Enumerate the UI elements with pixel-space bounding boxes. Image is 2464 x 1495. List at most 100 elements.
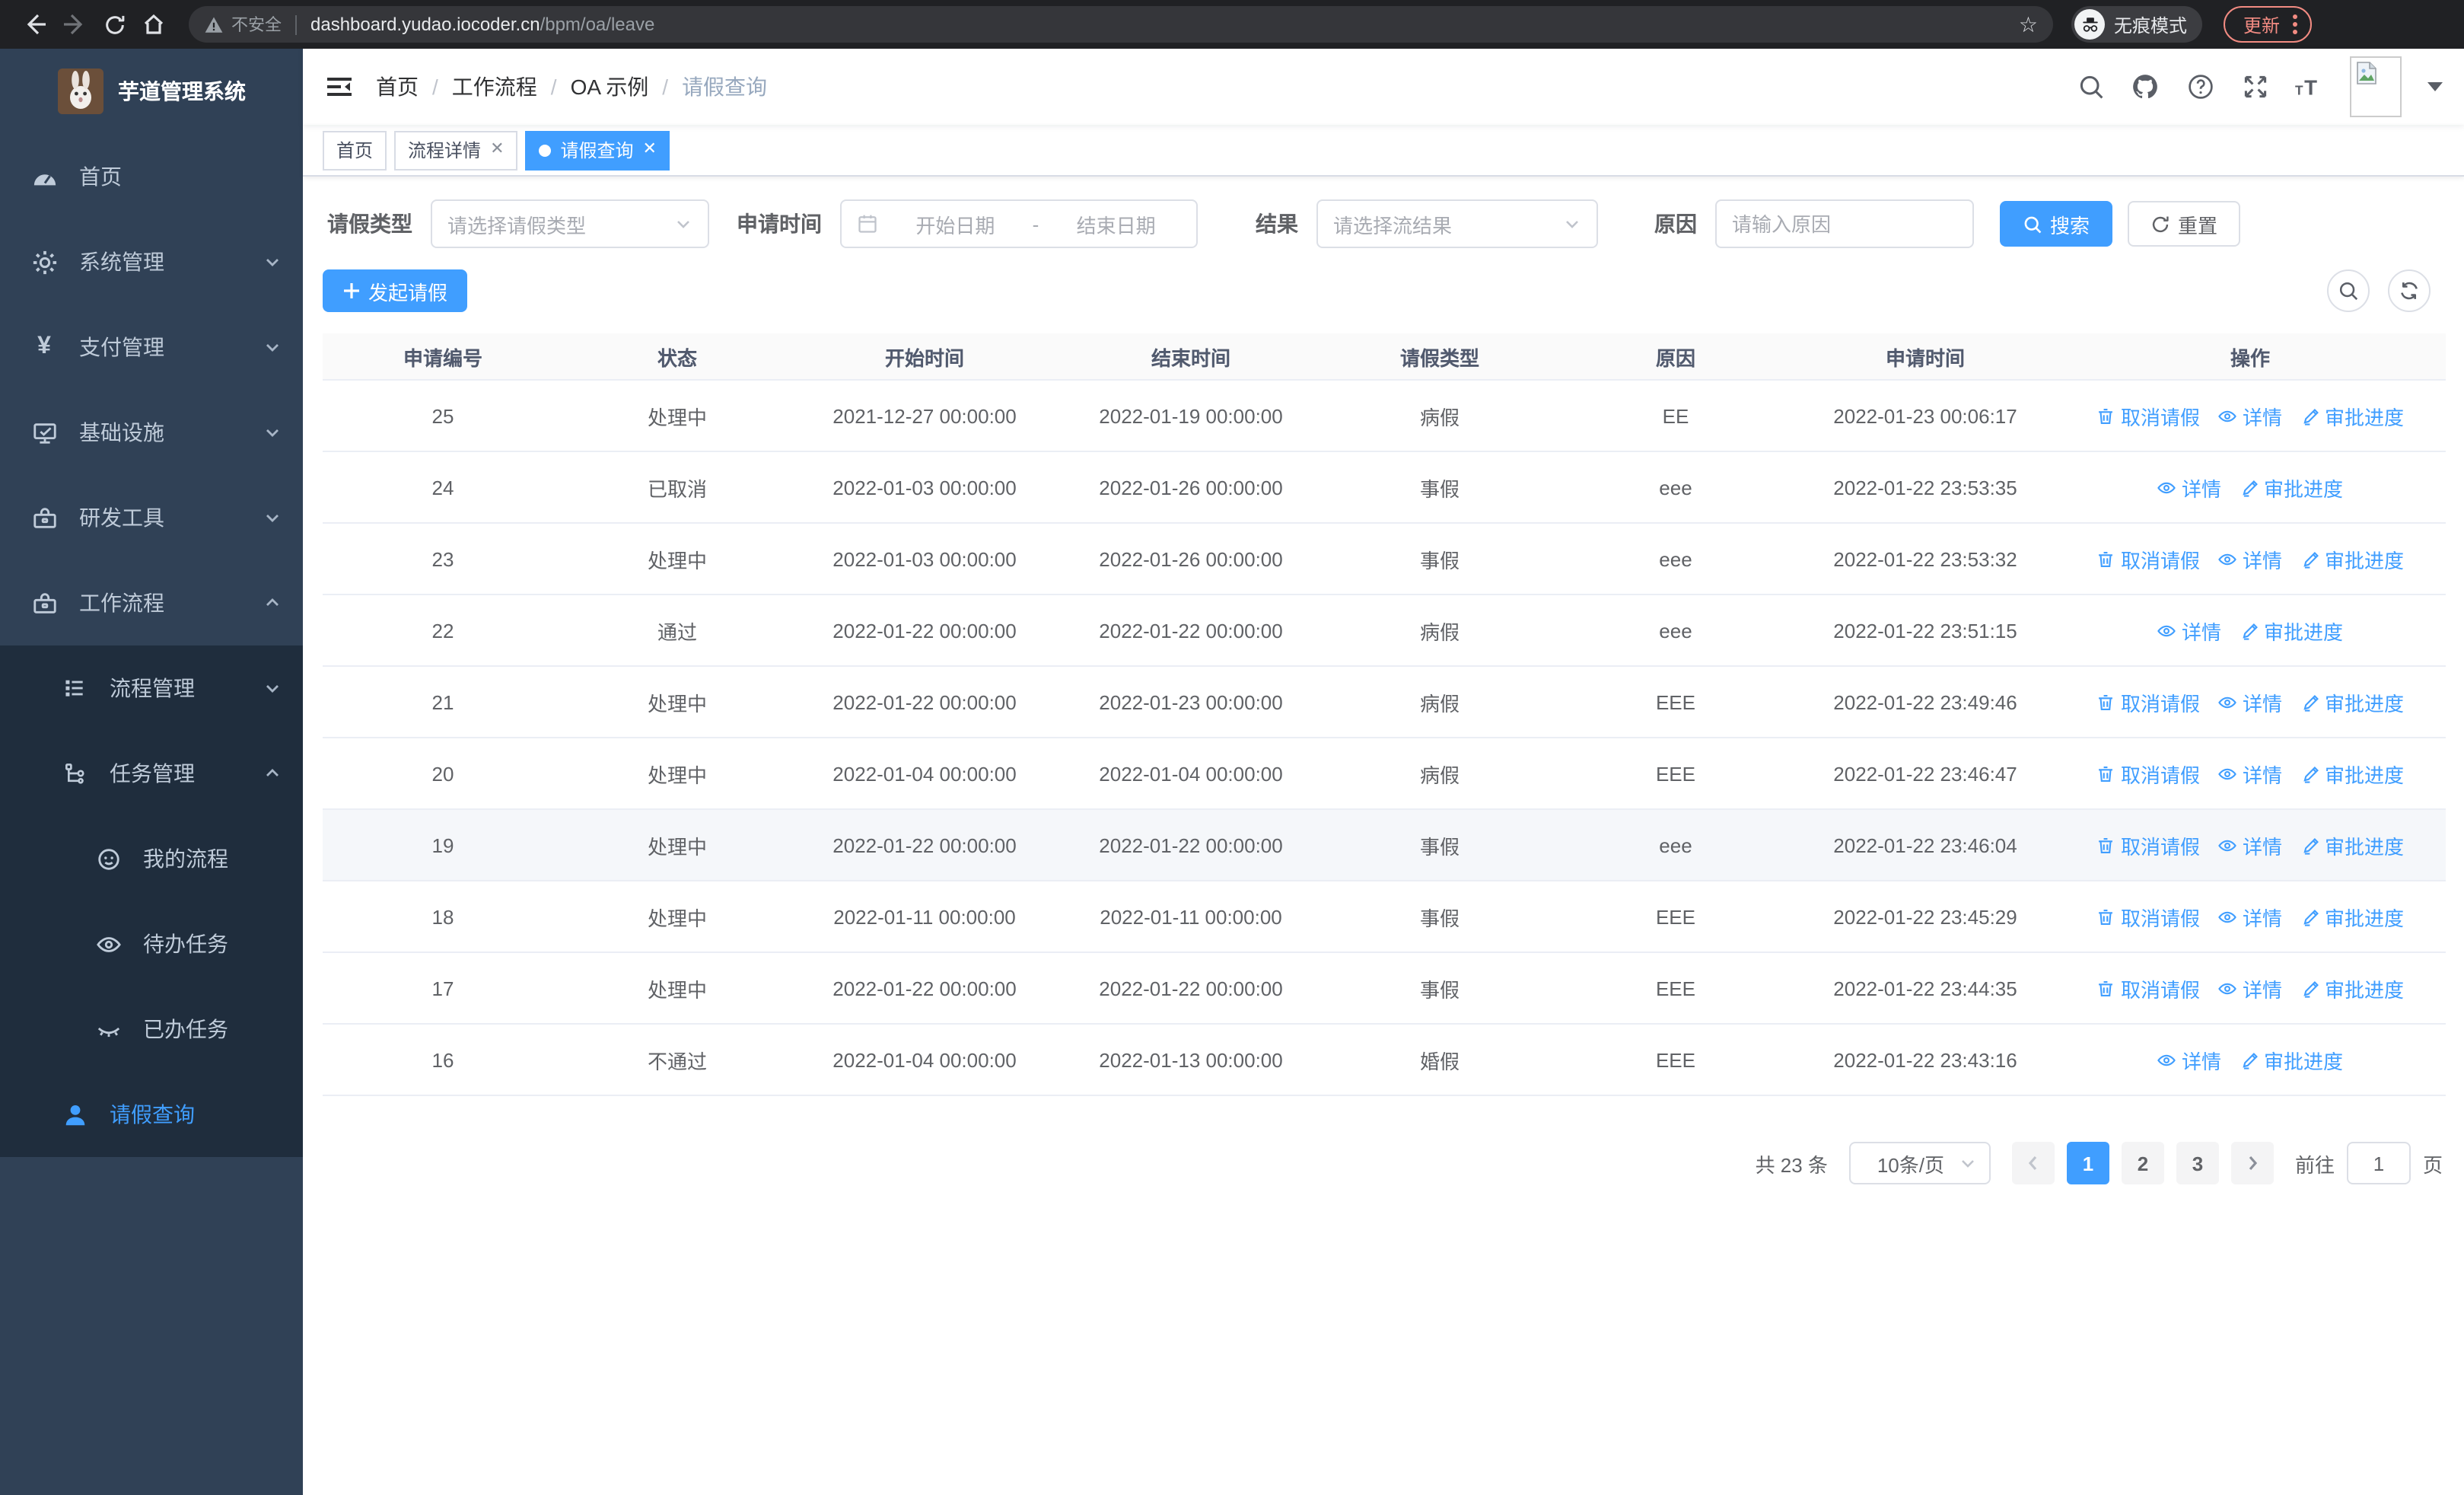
- table-search-toggle-button[interactable]: [2327, 269, 2370, 312]
- cell-applied: 2022-01-22 23:53:35: [1833, 476, 2017, 499]
- table-toolbar: 发起请假: [323, 269, 2446, 312]
- delete-action-link[interactable]: 取消请假: [2096, 974, 2200, 1003]
- tab-process-detail[interactable]: 流程详情 ✕: [394, 130, 518, 170]
- goto-page-input[interactable]: [2346, 1142, 2411, 1184]
- view-action-link[interactable]: 详情: [2157, 616, 2221, 645]
- edit-action-link[interactable]: 审批进度: [2300, 974, 2404, 1003]
- security-status[interactable]: 不安全: [204, 12, 282, 37]
- header-actions: 操作: [2230, 346, 2270, 369]
- reason-input[interactable]: [1732, 212, 1957, 235]
- sidebar-fold-icon[interactable]: [324, 72, 355, 102]
- table-row: 19 处理中 2022-01-22 00:00:00 2022-01-22 00:00…: [323, 808, 2446, 880]
- github-icon[interactable]: [2131, 72, 2160, 101]
- sidebar-item-system[interactable]: 系统管理: [0, 219, 303, 304]
- avatar-caret-icon[interactable]: [2427, 81, 2443, 93]
- table-body: 25 处理中 2021-12-27 00:00:00 2022-01-19 00:00…: [323, 379, 2446, 1095]
- fullscreen-icon[interactable]: [2240, 72, 2269, 101]
- delete-action-link[interactable]: 取消请假: [2096, 830, 2200, 859]
- view-action-link[interactable]: 详情: [2218, 687, 2282, 716]
- kebab-menu-icon[interactable]: [2292, 12, 2298, 37]
- sidebar-item-task-mgmt[interactable]: 任务管理: [0, 731, 303, 816]
- view-action-link[interactable]: 详情: [2157, 1045, 2221, 1074]
- edit-action-link[interactable]: 审批进度: [2300, 830, 2404, 859]
- view-action-link[interactable]: 详情: [2218, 830, 2282, 859]
- page-button-2[interactable]: 2: [2121, 1142, 2164, 1184]
- browser-reload-button[interactable]: [94, 5, 134, 44]
- apply-time-label: 申请时间: [737, 212, 822, 236]
- sidebar-item-devtools[interactable]: 研发工具: [0, 475, 303, 560]
- breadcrumb-home[interactable]: 首页: [376, 72, 419, 102]
- sidebar-item-label: 待办任务: [143, 932, 228, 956]
- close-icon[interactable]: ✕: [490, 141, 504, 158]
- tab-home[interactable]: 首页: [323, 130, 387, 170]
- address-bar[interactable]: 不安全 dashboard.yudao.iocoder.cn/bpm/oa/le…: [189, 6, 2053, 43]
- start-date-placeholder[interactable]: 开始日期: [890, 209, 1020, 238]
- broken-image-icon: [2357, 62, 2376, 84]
- table-refresh-button[interactable]: [2388, 269, 2431, 312]
- sidebar-item-done-tasks[interactable]: 已办任务: [0, 987, 303, 1072]
- page-button-1[interactable]: 1: [2066, 1142, 2109, 1184]
- toolbox-icon: [30, 504, 58, 531]
- next-page-button[interactable]: [2230, 1142, 2274, 1184]
- edit-action-link[interactable]: 审批进度: [2300, 544, 2404, 573]
- edit-action-link[interactable]: 审批进度: [2300, 687, 2404, 716]
- edit-action-link[interactable]: 审批进度: [2300, 759, 2404, 788]
- view-action-link[interactable]: 详情: [2218, 902, 2282, 931]
- table-row: 18 处理中 2022-01-11 00:00:00 2022-01-11 00:00…: [323, 880, 2446, 952]
- sidebar-item-home[interactable]: 首页: [0, 134, 303, 219]
- view-action-link[interactable]: 详情: [2218, 974, 2282, 1003]
- sidebar-item-todo-tasks[interactable]: 待办任务: [0, 901, 303, 987]
- edit-action-link[interactable]: 审批进度: [2240, 473, 2343, 502]
- cell-type: 病假: [1419, 406, 1460, 429]
- create-leave-button[interactable]: 发起请假: [323, 269, 468, 312]
- breadcrumb-oa[interactable]: OA 示例: [571, 72, 649, 102]
- page-button-3[interactable]: 3: [2176, 1142, 2219, 1184]
- delete-action-link[interactable]: 取消请假: [2096, 759, 2200, 788]
- bookmark-star-icon[interactable]: ☆: [2019, 11, 2038, 37]
- user-avatar[interactable]: [2350, 56, 2402, 117]
- breadcrumb-workflow[interactable]: 工作流程: [452, 72, 537, 102]
- reset-button[interactable]: 重置: [2128, 201, 2241, 247]
- view-action-link[interactable]: 详情: [2218, 759, 2282, 788]
- sidebar-item-infrastructure[interactable]: 基础设施: [0, 390, 303, 475]
- cell-actions: 取消请假 详情 审批进度: [2055, 974, 2446, 1003]
- search-button[interactable]: 搜索: [2000, 201, 2113, 247]
- page-size-select[interactable]: 10条/页: [1848, 1142, 1991, 1184]
- delete-action-link[interactable]: 取消请假: [2096, 902, 2200, 931]
- delete-action-link[interactable]: 取消请假: [2096, 687, 2200, 716]
- cell-status: 处理中: [647, 978, 707, 1001]
- sidebar-item-my-process[interactable]: 我的流程: [0, 816, 303, 901]
- edit-action-link[interactable]: 审批进度: [2240, 1045, 2343, 1074]
- cell-id: 23: [431, 547, 454, 570]
- prev-page-button[interactable]: [2011, 1142, 2055, 1184]
- browser-forward-button[interactable]: [55, 5, 94, 44]
- sidebar-item-workflow[interactable]: 工作流程: [0, 560, 303, 645]
- apply-time-range-picker[interactable]: 开始日期 - 结束日期: [840, 199, 1198, 248]
- sidebar-item-payment[interactable]: ¥ 支付管理: [0, 304, 303, 390]
- edit-action-link[interactable]: 审批进度: [2300, 401, 2404, 430]
- view-action-link[interactable]: 详情: [2157, 473, 2221, 502]
- edit-action-link[interactable]: 审批进度: [2240, 616, 2343, 645]
- breadcrumb: 首页 / 工作流程 / OA 示例 / 请假查询: [376, 72, 767, 102]
- delete-action-link[interactable]: 取消请假: [2096, 401, 2200, 430]
- view-action-link[interactable]: 详情: [2218, 401, 2282, 430]
- browser-home-button[interactable]: [134, 5, 173, 44]
- delete-action-link[interactable]: 取消请假: [2096, 544, 2200, 573]
- tab-leave-query[interactable]: 请假查询 ✕: [525, 130, 670, 170]
- browser-back-button[interactable]: [15, 5, 55, 44]
- edit-action-link[interactable]: 审批进度: [2300, 902, 2404, 931]
- search-icon[interactable]: [2076, 72, 2105, 101]
- close-icon[interactable]: ✕: [643, 141, 657, 158]
- font-size-icon[interactable]: TT: [2295, 72, 2324, 101]
- view-action-link[interactable]: 详情: [2218, 544, 2282, 573]
- sidebar-item-process-mgmt[interactable]: 流程管理: [0, 645, 303, 731]
- browser-update-button[interactable]: 更新: [2224, 6, 2313, 43]
- cell-start: 2022-01-22 00:00:00: [832, 977, 1017, 999]
- help-icon[interactable]: [2185, 72, 2214, 101]
- sidebar-item-leave-query[interactable]: 请假查询: [0, 1072, 303, 1157]
- svg-text:T: T: [2304, 75, 2317, 99]
- cell-start: 2022-01-11 00:00:00: [833, 905, 1016, 928]
- end-date-placeholder[interactable]: 结束日期: [1051, 209, 1181, 238]
- result-select[interactable]: 请选择流结果: [1316, 199, 1598, 248]
- leave-type-select[interactable]: 请选择请假类型: [431, 199, 709, 248]
